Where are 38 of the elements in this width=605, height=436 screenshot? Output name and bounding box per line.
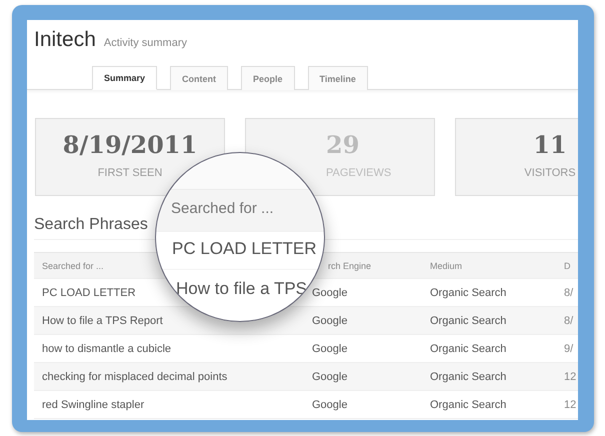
table-cell: 12 [564,398,576,410]
column-header: rch Engine [328,260,372,270]
tab[interactable]: Content [170,66,228,90]
table-cell: 12 [564,370,576,382]
table-cell: Google [312,398,348,410]
column-header: Searched for ... [171,200,274,217]
table-cell: PC LOAD LETTER [172,239,317,259]
table-cell: Organic Search [430,398,506,410]
table-cell: 8/ [564,286,574,298]
column-header: Medium [430,260,462,270]
table-cell: Google [312,286,348,298]
table-cell: 9/ [564,342,574,354]
table-cell: Organic Search [430,314,506,326]
table-cell: Google [312,314,348,326]
table-cell: Organic Search [430,370,506,382]
table-cell: how to dismantle a cubicle [42,342,172,354]
stat-value: 29 [326,130,360,159]
table-cell: Google [312,342,348,354]
tab[interactable]: Timeline [308,66,368,90]
stat-label: FIRST SEEN [98,167,162,179]
table-cell: PC LOAD LETTER [42,286,136,298]
page-subtitle: Activity summary [104,37,187,49]
stat-label: VISITORS [524,167,576,179]
stat-value: 11 [533,130,567,159]
page-title: Initech [34,28,96,52]
stat-label: PAGEVIEWS [326,167,392,179]
tab[interactable]: Summary [92,66,158,90]
table-cell: Organic Search [430,342,506,354]
table-cell: Google [312,370,348,382]
column-header: Searched for ... [42,260,104,270]
table-cell: 8/ [564,314,574,326]
column-header: D [564,260,570,270]
table-cell: Organic Search [430,286,506,298]
table-cell: red Swingline stapler [42,398,144,410]
stat-value: 8/19/2011 [62,130,198,159]
table-cell: How to file a TPS Report [42,314,163,326]
table-cell: checking for misplaced decimal points [42,370,228,382]
tab[interactable]: People [241,66,295,90]
